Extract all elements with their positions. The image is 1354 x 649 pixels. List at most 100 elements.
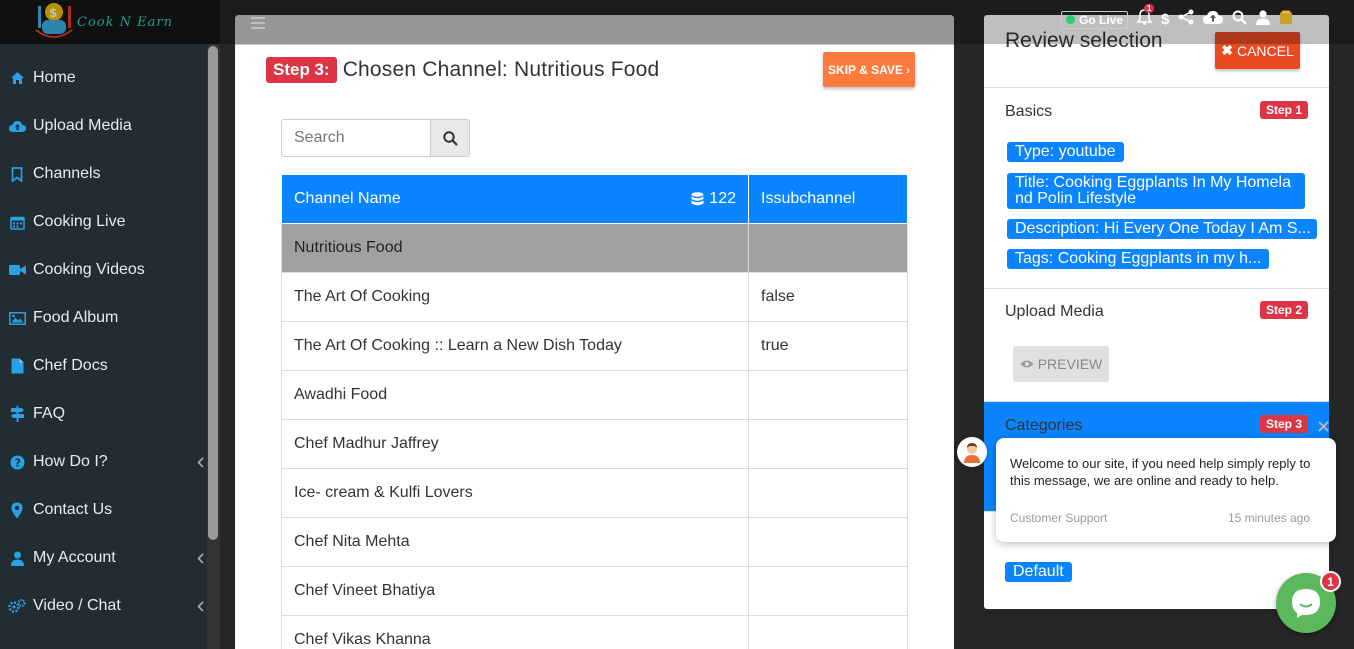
table-row[interactable]: The Art Of Cooking false [281,272,908,322]
sidebar-item-label: Upload Media [33,117,132,134]
group-tag-default[interactable]: Default [1005,562,1072,582]
map-marker-icon [8,501,26,519]
issubchannel-cell: false [748,272,908,322]
table-row[interactable]: Chef Vineet Bhatiya [281,566,908,616]
section-step-badge: Step 2 [1259,301,1308,319]
review-title: Review selection [1005,29,1163,52]
issubchannel-cell [748,419,908,469]
chevron-left-icon [197,599,204,617]
preview-label: PREVIEW [1037,356,1103,372]
table-row[interactable]: Chef Vikas Khanna [281,615,908,649]
sidebar-item-label: Cooking Live [33,213,126,230]
chevron-right-icon: › [905,62,910,77]
dollar-icon[interactable]: $ [1161,11,1169,28]
sidebar-item-channels[interactable]: Channels [0,150,220,198]
issubchannel-cell [748,468,908,518]
basics-tag-type[interactable]: Type: youtube [1007,142,1124,162]
sidebar-item-label: How Do I? [33,453,108,470]
question-circle-icon: ? [8,453,26,471]
notification-count-badge: 1 [1144,4,1155,13]
channel-name-cell: The Art Of Cooking [281,272,749,322]
sidebar-item-food-album[interactable]: Food Album [0,294,220,342]
cancel-button[interactable]: ✖ CANCEL [1215,32,1300,69]
user-account-icon[interactable] [1256,9,1271,30]
go-live-button[interactable]: Go Live [1061,10,1129,29]
skip-and-save-label: SKIP & SAVE [828,62,903,77]
issubchannel-cell [748,615,908,649]
section-title: Basics [1005,103,1053,120]
column-header-issubchannel[interactable]: Issubchannel [748,174,908,224]
sidebar-item-label: Chef Docs [33,357,108,374]
sidebar-item-cooking-live[interactable]: Cooking Live [0,198,220,246]
issubchannel-cell [748,370,908,420]
svg-text:$: $ [49,6,57,20]
issubchannel-cell: true [748,321,908,371]
chat-timestamp: 15 minutes ago [1227,511,1310,525]
sidebar-item-upload-media[interactable]: Upload Media [0,102,220,150]
sidebar-item-chef-docs[interactable]: Chef Docs [0,342,220,390]
channel-name-cell: Nutritious Food [281,223,749,273]
channel-name-cell: Chef Vineet Bhatiya [281,566,749,616]
sidebar-item-label: Contact Us [33,501,113,518]
chat-close-icon[interactable]: ✕ [1316,417,1331,438]
search-input[interactable] [281,119,430,157]
channels-table: Channel Name 122 Issubchannel Nutritious… [281,174,908,649]
channel-name-cell: The Art Of Cooking :: Learn a New Dish T… [281,321,749,371]
table-row[interactable]: Nutritious Food [281,223,908,273]
close-icon: ✖ [1221,42,1233,58]
basics-tag-description[interactable]: Description: Hi Every One Today I Am S..… [1007,219,1317,239]
cloud-upload-icon[interactable] [1203,10,1224,30]
search-icon[interactable] [1232,10,1248,30]
eye-icon [1020,360,1034,368]
channel-count-value: 122 [709,190,736,207]
chevron-left-icon [197,455,204,473]
svg-text:?: ? [14,456,20,469]
hamburger-menu-icon[interactable] [251,17,265,29]
sidebar-item-how-do-i[interactable]: ? How Do I? [0,438,220,486]
table-row[interactable]: Chef Nita Mehta [281,517,908,567]
calendar-icon [8,213,26,231]
chat-popup[interactable]: Welcome to our site, if you need help si… [996,438,1336,542]
sidebar-item-cooking-videos[interactable]: Cooking Videos [0,246,220,294]
sidebar-scrollbar-thumb[interactable] [208,46,218,540]
column-label: Channel Name [294,190,401,207]
sidebar-item-home[interactable]: Home [0,54,220,102]
share-icon[interactable] [1178,9,1194,30]
chevron-left-icon [197,551,204,569]
app-logo[interactable]: $ Cook N Earn [0,0,220,44]
video-camera-icon [8,261,26,279]
channel-count: 122 [691,190,736,208]
channel-name-cell: Chef Madhur Jaffrey [281,419,749,469]
notifications-bell-icon[interactable]: 1 [1136,4,1155,30]
sidebar: $ Cook N Earn Home Upload Media Channels… [0,0,220,649]
section-title: Categories [1005,417,1083,434]
sidebar-item-video-chat[interactable]: Video / Chat [0,582,220,630]
chat-message: Welcome to our site, if you need help si… [1010,456,1311,488]
channel-name-cell: Chef Nita Mehta [281,517,749,567]
issubchannel-cell [748,223,908,273]
column-header-channel-name[interactable]: Channel Name 122 [281,174,749,224]
sidebar-item-my-account[interactable]: My Account [0,534,220,582]
image-icon [8,309,26,327]
skip-and-save-button[interactable]: SKIP & SAVE › [823,52,915,87]
preview-button[interactable]: PREVIEW [1013,346,1109,382]
sidebar-item-contact-us[interactable]: Contact Us [0,486,220,534]
sidebar-item-faq[interactable]: FAQ [0,390,220,438]
search-button[interactable] [430,119,470,157]
logo-chef-icon: $ [28,0,80,44]
sidebar-item-label: Video / Chat [33,597,121,614]
go-live-label: Go Live [1079,12,1124,27]
table-row[interactable]: Chef Madhur Jaffrey [281,419,908,469]
wallet-icon[interactable] [1279,10,1293,30]
issubchannel-cell [748,566,908,616]
table-row[interactable]: Awadhi Food [281,370,908,420]
basics-tag-title[interactable]: Title: Cooking Eggplants In My Homela nd… [1007,173,1305,209]
step-badge: Step 3: [266,57,337,83]
basics-tag-tags[interactable]: Tags: Cooking Eggplants in my h... [1007,249,1270,269]
signpost-icon [8,405,26,423]
table-row[interactable]: The Art Of Cooking :: Learn a New Dish T… [281,321,908,371]
channel-search [281,119,470,157]
cancel-label: CANCEL [1236,42,1294,59]
sidebar-item-label: Cooking Videos [33,261,145,278]
table-row[interactable]: Ice- cream & Kulfi Lovers [281,468,908,518]
